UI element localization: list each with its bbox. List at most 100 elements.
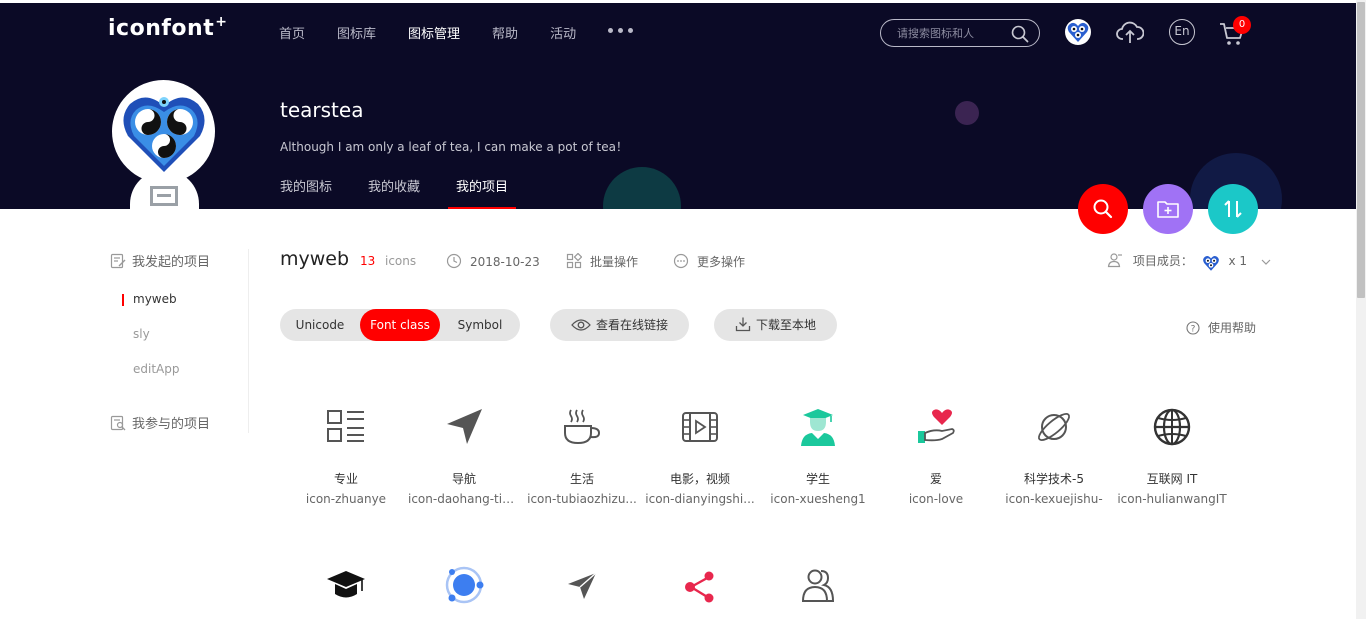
icon-card[interactable]	[405, 556, 523, 619]
more-operations-button[interactable]: 更多操作	[673, 253, 745, 270]
eye-icon	[571, 319, 591, 331]
icon-code: icon-hulianwangIT	[1117, 492, 1227, 506]
mode-unicode-button[interactable]: Unicode	[280, 309, 360, 341]
icon-card[interactable]: 生活 icon-tubiaozhizu...	[523, 398, 641, 516]
icon-name: 专业	[333, 472, 358, 486]
project-icon-count-unit: icons	[385, 254, 417, 268]
orbit-icon	[445, 566, 484, 604]
page: iconfont+ 首页 图标库 图标管理 帮助 活动 请搜索图标和人 En 0…	[0, 0, 1366, 619]
nav-more-icon[interactable]	[608, 23, 638, 42]
coffee-cup-icon	[564, 409, 601, 445]
download-icon	[735, 317, 751, 332]
icon-name: 电影，视频	[669, 472, 730, 486]
question-circle-icon: ?	[1186, 321, 1200, 335]
member-avatar	[1201, 253, 1221, 273]
project-name: myweb	[280, 248, 350, 270]
search-box	[880, 19, 1040, 47]
project-icon-count: 13	[360, 254, 376, 268]
edit-document-icon	[110, 253, 126, 269]
mode-font-class-button[interactable]: Font class	[360, 309, 440, 341]
project-date: 2018-10-23	[446, 253, 540, 269]
iconfont-logo[interactable]: iconfont+	[108, 14, 227, 41]
usage-help-link[interactable]: ? 使用帮助	[1186, 319, 1256, 336]
nav-item-icon-management[interactable]: 图标管理	[408, 23, 460, 42]
icon-name: 生活	[569, 472, 594, 486]
search-icon[interactable]	[1011, 25, 1029, 43]
sidebar-project-sly[interactable]: sly	[133, 327, 150, 341]
user-avatar[interactable]	[1065, 19, 1091, 45]
icon-card[interactable]: 电影，视频 icon-dianyingshi...	[641, 398, 759, 516]
paper-plane-icon	[568, 572, 597, 599]
grid-icon	[566, 252, 583, 269]
icon-card[interactable]	[641, 556, 759, 619]
share-icon	[685, 571, 714, 603]
members-icon	[1107, 253, 1122, 268]
download-local-button[interactable]: 下载至本地	[714, 309, 837, 341]
language-switch-button[interactable]: En	[1169, 19, 1195, 45]
document-search-icon	[110, 415, 126, 431]
sidebar-project-editapp[interactable]: editApp	[133, 362, 179, 376]
icon-card[interactable]: 互联网 IT icon-hulianwangIT	[1113, 398, 1231, 516]
icon-card[interactable]: 科学技术-5 icon-kexuejishu-	[995, 398, 1113, 516]
sort-arrows-icon	[1224, 200, 1242, 218]
icon-name: 科学技术-5	[1024, 472, 1084, 486]
decor-bubble	[955, 101, 979, 125]
icon-code: icon-daohang-tia...	[408, 492, 521, 506]
icon-card[interactable]: 专业 icon-zhuanye	[287, 398, 405, 516]
scrollbar-thumb[interactable]	[1357, 2, 1365, 298]
nav-item-icon-library[interactable]: 图标库	[337, 23, 376, 42]
icon-name: 导航	[451, 472, 476, 486]
sidebar-divider	[248, 249, 249, 433]
upload-cloud-icon[interactable]	[1116, 19, 1144, 45]
icon-card[interactable]: 学生 icon-xuesheng1	[759, 398, 877, 516]
icon-name: 爱	[929, 472, 942, 486]
nav-item-home[interactable]: 首页	[279, 23, 305, 42]
icon-name: 互联网 IT	[1146, 472, 1198, 486]
page-scrollbar[interactable]	[1356, 0, 1366, 619]
tab-my-favorites[interactable]: 我的收藏	[368, 176, 420, 209]
search-icon	[1093, 199, 1113, 219]
main-nav: 首页 图标库 图标管理 帮助 活动	[279, 23, 638, 42]
icon-name: 学生	[805, 472, 830, 486]
icon-card[interactable]: 爱 icon-love	[877, 398, 995, 516]
icon-code: icon-love	[908, 492, 964, 506]
cart-count-badge: 0	[1233, 16, 1251, 34]
profile-avatar[interactable]	[112, 80, 215, 183]
icon-code: icon-xuesheng1	[770, 492, 866, 506]
fab-search-button[interactable]	[1078, 184, 1128, 234]
users-icon	[801, 569, 835, 602]
clock-icon	[446, 253, 462, 269]
sidebar-project-myweb[interactable]: myweb	[122, 292, 177, 306]
icon-card[interactable]	[759, 556, 877, 619]
fab-add-folder-button[interactable]	[1143, 184, 1193, 234]
icon-code: icon-kexuejishu-	[1005, 492, 1103, 506]
globe-icon	[1153, 408, 1191, 446]
icon-card[interactable]: 导航 icon-daohang-tia...	[405, 398, 523, 516]
icon-code: icon-tubiaozhizu...	[527, 492, 637, 506]
profile-tabs: 我的图标 我的收藏 我的项目	[280, 176, 544, 209]
icon-card[interactable]	[287, 556, 405, 619]
nav-item-activity[interactable]: 活动	[550, 23, 576, 42]
planet-icon	[1038, 413, 1070, 441]
tab-my-icons[interactable]: 我的图标	[280, 176, 332, 209]
batch-operation-button[interactable]: 批量操作	[566, 252, 638, 270]
sidebar-joined-projects-heading[interactable]: 我参与的项目	[110, 413, 210, 432]
more-dots-icon	[673, 253, 689, 269]
graduation-cap-icon	[327, 571, 365, 598]
project-members-dropdown[interactable]: 项目成员： x 1	[1107, 252, 1271, 273]
profile-tagline: Although I am only a leaf of tea, I can …	[280, 140, 628, 154]
chevron-down-icon	[1261, 259, 1271, 265]
view-online-link-button[interactable]: 查看在线链接	[550, 309, 689, 341]
icon-card[interactable]	[523, 556, 641, 619]
search-input[interactable]	[897, 25, 1009, 41]
mode-symbol-button[interactable]: Symbol	[440, 309, 520, 341]
icon-code: icon-dianyingshi...	[645, 492, 755, 506]
svg-text:?: ?	[1191, 325, 1196, 335]
decor-bubble	[603, 167, 681, 209]
hand-heart-icon	[918, 409, 955, 443]
sidebar-initiated-projects-heading[interactable]: 我发起的项目	[110, 251, 210, 270]
nav-item-help[interactable]: 帮助	[492, 23, 518, 42]
fab-sort-button[interactable]	[1208, 184, 1258, 234]
tab-my-projects[interactable]: 我的项目	[448, 176, 517, 209]
profile-username: tearstea	[280, 98, 364, 122]
